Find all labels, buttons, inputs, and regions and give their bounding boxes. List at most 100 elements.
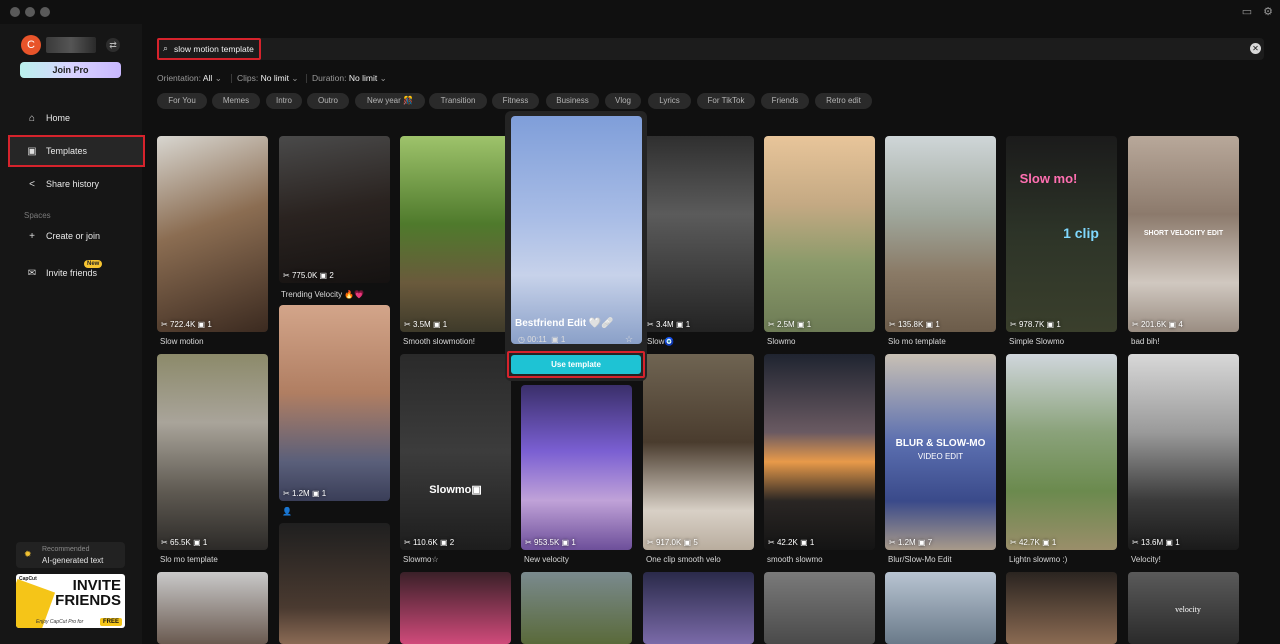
avatar[interactable]: C [21,35,41,55]
chip-outro[interactable]: Outro [307,93,349,109]
card-title[interactable]: Slowmo☆ [403,555,439,564]
feedback-icon[interactable]: ▭ [1241,6,1253,18]
template-card[interactable]: velocity [1128,572,1239,644]
chevron-down-icon: ⌄ [214,73,222,83]
search-input[interactable] [174,42,474,56]
clip-count: 1 [1056,320,1061,329]
template-card[interactable] [764,572,875,644]
template-preview-popup[interactable]: Bestfriend Edit 🤍🩹 ◷ 00:11 ▣ 1 ☆ [505,111,647,381]
template-card[interactable]: SHORT VELOCITY EDIT ✂ 201.6K ▣ 4 [1128,136,1239,332]
chip-business[interactable]: Business [546,93,599,109]
card-title[interactable]: Slow🧿 [647,337,674,346]
card-overlay-text: 1 clip [1063,225,1099,241]
card-meta: ✂ 953.5K ▣ 1 [525,538,576,547]
chip-for-you[interactable]: For You [157,93,207,109]
card-title[interactable]: Lightn slowmo :) [1009,555,1067,564]
chip-fitness[interactable]: Fitness [492,93,539,109]
card-title[interactable]: 👤 [282,507,292,516]
card-title[interactable]: Slowmo [767,337,795,346]
template-card[interactable]: BLUR & SLOW-MO VIDEO EDIT ✂ 1.2M ▣ 7 [885,354,996,550]
template-card[interactable]: ✂ 135.8K ▣ 1 [885,136,996,332]
sidebar-item-label: Share history [46,179,100,189]
template-card[interactable]: ✂ 13.6M ▣ 1 [1128,354,1239,550]
template-card[interactable]: ✂ 2.5M ▣ 1 [764,136,875,332]
share-icon: < [29,178,35,190]
chip-vlog[interactable]: Vlog [605,93,641,109]
settings-icon[interactable]: ⚙ [1262,6,1274,18]
orientation-filter[interactable]: Orientation: All ⌄ [157,73,222,84]
sidebar-item-home[interactable]: ⌂ Home [10,104,143,132]
card-overlay-text: velocity [1175,605,1201,614]
card-title[interactable]: New velocity [524,555,569,564]
favorite-star-icon[interactable]: ☆ [625,334,633,345]
clip-count: 2 [329,271,334,280]
create-or-join-button[interactable]: + Create or join [10,222,143,250]
card-title[interactable]: Smooth slowmotion! [403,337,475,346]
divider [231,74,232,83]
clips-filter[interactable]: Clips: No limit ⌄ [231,73,298,84]
template-card[interactable] [1006,572,1117,644]
template-card[interactable]: ✂ 953.5K ▣ 1 [521,385,632,550]
template-card[interactable]: ✂ 775.0K ▣ 2 [279,136,390,283]
chip-for-tiktok[interactable]: For TikTok [697,93,755,109]
card-title[interactable]: smooth slowmo [767,555,823,564]
chip-transition[interactable]: Transition [429,93,487,109]
template-card[interactable]: ✂ 1.2M ▣ 1 [279,305,390,501]
template-card[interactable]: ✂ 3.5M ▣ 1 [400,136,511,332]
clear-search-icon[interactable]: ✕ [1250,43,1261,54]
uses-icon: ✂ [768,538,775,547]
template-card[interactable]: ✂ 42.2K ▣ 1 [764,354,875,550]
template-preview-image [511,116,642,344]
template-card[interactable] [643,572,754,644]
switch-account-icon[interactable]: ⇄ [106,38,120,52]
invite-friends-button[interactable]: ✉ Invite friends [10,259,143,287]
template-card[interactable]: ✂ 3.4M ▣ 1 [643,136,754,332]
sidebar-item-templates[interactable]: ▣ Templates [8,135,145,167]
card-title[interactable]: Slow motion [160,337,204,346]
chip-new-year[interactable]: New year 🎊 [355,93,425,109]
close-window-button[interactable] [10,7,20,17]
card-title[interactable]: bad bih! [1131,337,1159,346]
card-meta: ✂ 1.2M ▣ 1 [283,489,326,498]
template-card[interactable] [400,572,511,644]
card-title[interactable]: Slo mo template [888,337,946,346]
template-card[interactable]: ✂ 42.7K ▣ 1 [1006,354,1117,550]
uses-icon: ✂ [404,320,411,329]
chip-retro-edit[interactable]: Retro edit [815,93,872,109]
clips-icon: ▣ [551,335,559,344]
chip-friends[interactable]: Friends [761,93,809,109]
duration-filter[interactable]: Duration: No limit ⌄ [306,73,387,84]
template-card[interactable] [157,572,268,644]
card-title[interactable]: Trending Velocity 🔥💗 [281,290,364,299]
card-title[interactable]: Blur/Slow-Mo Edit [888,555,952,564]
card-title[interactable]: Simple Slowmo [1009,337,1064,346]
duration: 00:11 [527,335,547,344]
chip-intro[interactable]: Intro [266,93,302,109]
sidebar-item-share-history[interactable]: < Share history [10,170,143,198]
usage-count: 42.7K [1018,538,1040,547]
template-card[interactable] [885,572,996,644]
template-card[interactable]: ✂ 722.4K ▣ 1 [157,136,268,332]
maximize-window-button[interactable] [40,7,50,17]
template-card[interactable]: Slowmo▣ ✂ 110.6K ▣ 2 [400,354,511,550]
minimize-window-button[interactable] [25,7,35,17]
chip-memes[interactable]: Memes [212,93,260,109]
invite-friends-banner[interactable]: CapCut INVITE FRIENDS Enjoy CapCut Pro fo… [16,574,125,628]
clips-icon: ▣ [319,271,328,280]
chip-lyrics[interactable]: Lyrics [648,93,691,109]
card-title[interactable]: Velocity! [1131,555,1161,564]
template-card[interactable]: ✂ 917.0K ▣ 5 [643,354,754,550]
clip-count: 5 [693,538,698,547]
use-template-button[interactable]: Use template [511,355,641,374]
usage-count: 201.6K [1140,320,1167,329]
card-title[interactable]: One clip smooth velo [646,555,721,564]
template-card[interactable]: Slow mo! 1 clip ✂ 978.7K ▣ 1 [1006,136,1117,332]
template-card[interactable]: ✂ 65.5K ▣ 1 [157,354,268,550]
recommended-card[interactable]: ✹ Recommended AI-generated text [16,542,125,568]
template-card[interactable] [521,572,632,644]
filter-value: No limit [260,73,289,83]
join-pro-button[interactable]: Join Pro [20,62,121,78]
clips-icon: ▣ [1042,538,1050,547]
card-title[interactable]: Slo mo template [160,555,218,564]
template-card[interactable] [279,523,390,644]
